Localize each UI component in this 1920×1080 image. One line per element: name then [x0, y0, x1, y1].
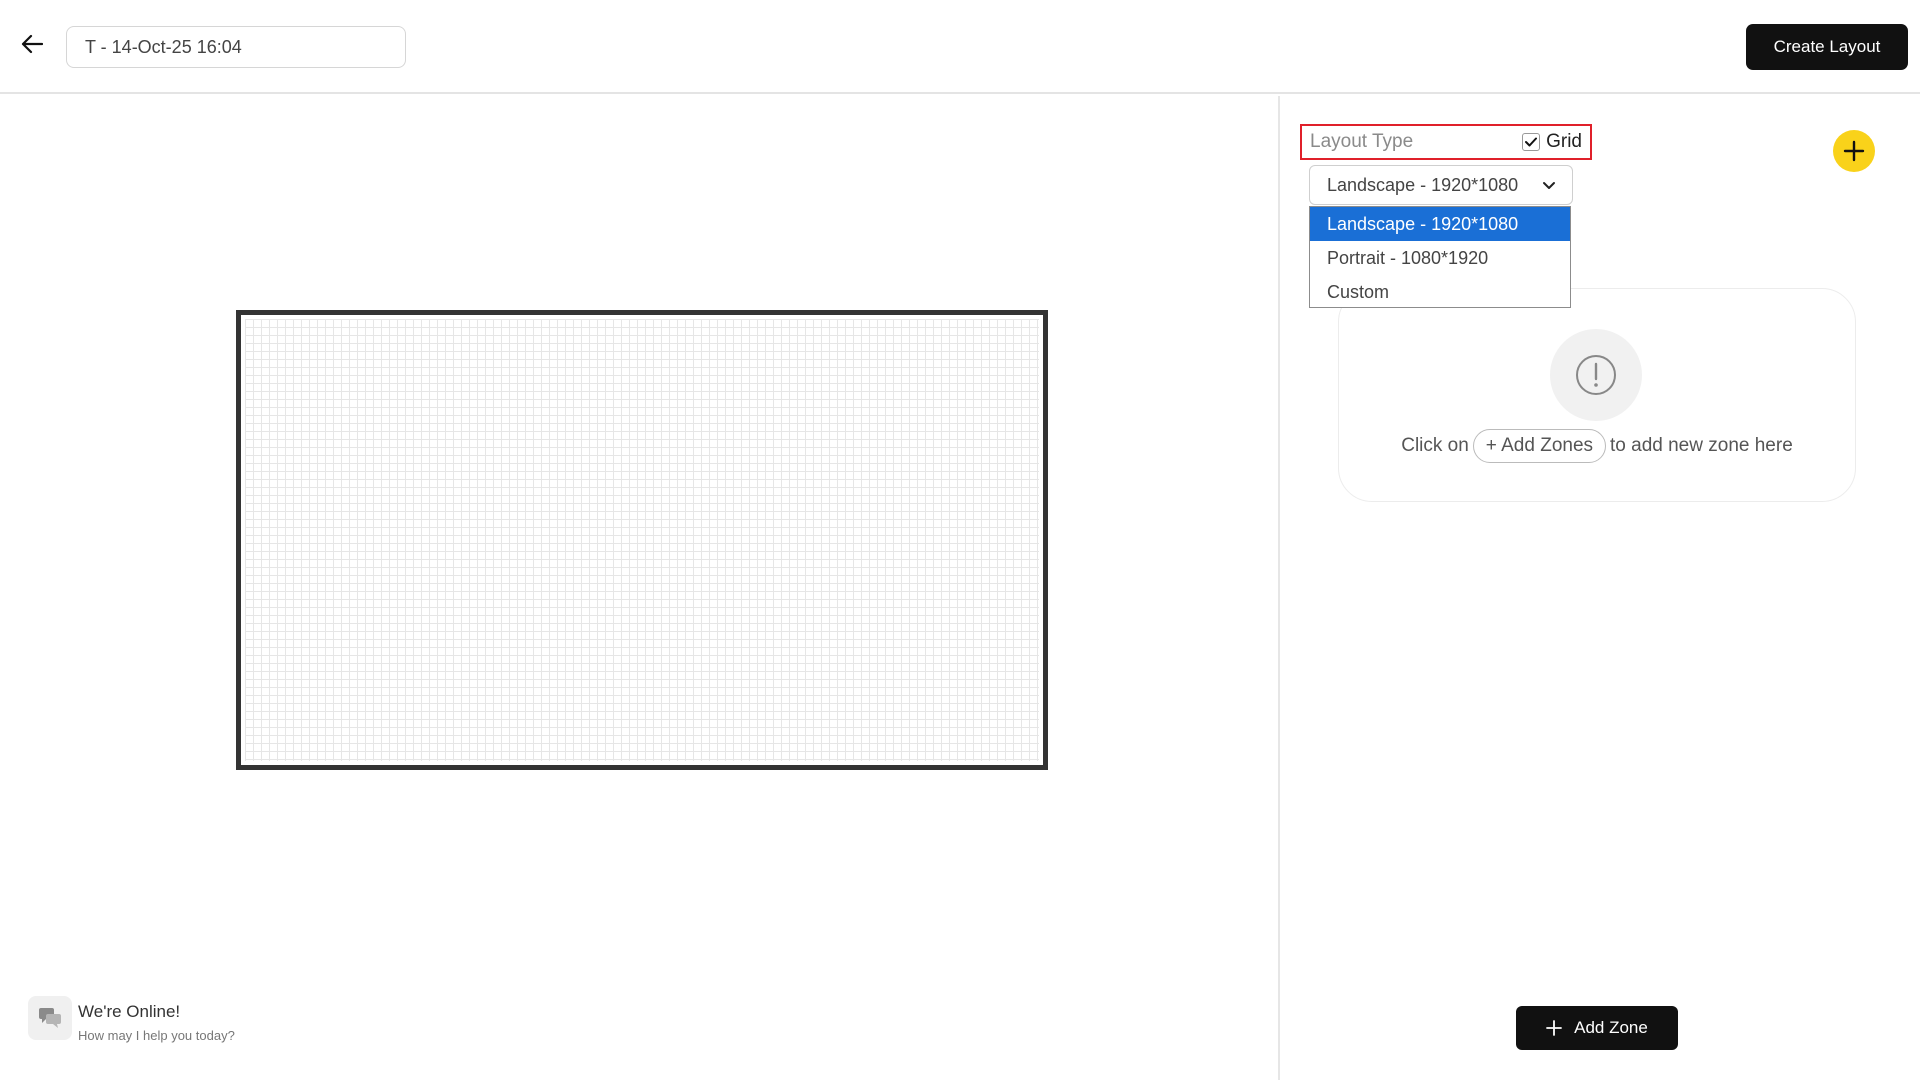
chat-subtitle: How may I help you today? [78, 1028, 235, 1043]
option-landscape[interactable]: Landscape - 1920*1080 [1310, 207, 1570, 241]
add-zones-pill[interactable]: + Add Zones [1472, 429, 1607, 463]
check-icon [1525, 137, 1538, 147]
empty-state-message: Click on + Add Zones to add new zone her… [1339, 429, 1855, 463]
plus-icon [1843, 140, 1865, 162]
warning-badge [1550, 329, 1642, 421]
add-zone-label: Add Zone [1574, 1018, 1648, 1037]
top-bar: Create Layout [0, 0, 1920, 94]
chat-title: We're Online! [78, 1002, 181, 1021]
arrow-left-icon [21, 34, 43, 54]
back-button[interactable] [16, 28, 48, 60]
chat-bubbles-icon [39, 1008, 61, 1028]
grid-toggle[interactable]: Grid [1522, 131, 1582, 153]
create-layout-button[interactable]: Create Layout [1746, 24, 1908, 70]
orientation-select[interactable]: Landscape - 1920*1080 [1309, 165, 1573, 205]
chat-widget[interactable]: We're Online! How may I help you today? [28, 996, 235, 1043]
zones-empty-state: Click on + Add Zones to add new zone her… [1338, 288, 1856, 502]
option-custom[interactable]: Custom [1310, 275, 1570, 309]
orientation-select-value: Landscape - 1920*1080 [1327, 174, 1519, 195]
layout-name-input[interactable] [66, 26, 406, 68]
add-zone-plus-button[interactable] [1833, 130, 1875, 172]
settings-panel: Layout Type Grid Landscape - 1920*1080 L… [1280, 96, 1920, 1080]
empty-suffix: to add new zone here [1610, 435, 1793, 456]
canvas-area [0, 96, 1278, 1080]
layout-type-label: Layout Type [1310, 131, 1414, 152]
grid-label: Grid [1546, 131, 1582, 152]
layout-canvas[interactable] [236, 310, 1048, 770]
empty-prefix: Click on [1401, 435, 1469, 456]
exclamation-circle-icon [1576, 355, 1616, 395]
layout-type-row: Layout Type Grid [1300, 124, 1592, 160]
chat-text: We're Online! How may I help you today? [78, 996, 235, 1043]
add-zone-button[interactable]: Add Zone [1516, 1006, 1678, 1050]
orientation-dropdown-list: Landscape - 1920*1080 Portrait - 1080*19… [1309, 206, 1571, 308]
chevron-down-icon [1543, 181, 1555, 189]
plus-icon [1546, 1020, 1563, 1036]
grid-checkbox[interactable] [1522, 133, 1541, 151]
chat-launcher[interactable] [28, 996, 72, 1040]
option-portrait[interactable]: Portrait - 1080*1920 [1310, 241, 1570, 275]
